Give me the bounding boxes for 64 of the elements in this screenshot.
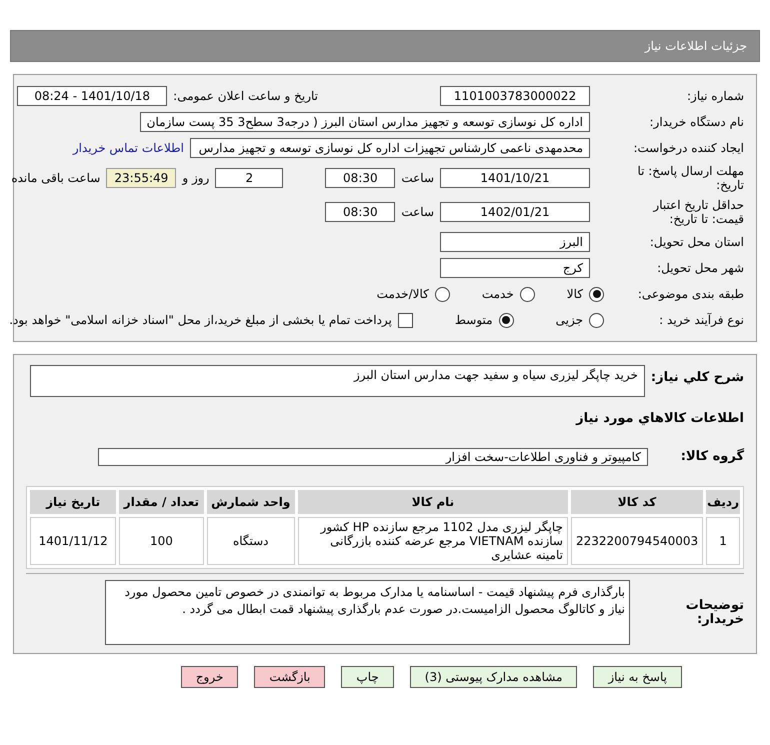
input-field[interactable]: البرز — [440, 232, 590, 252]
column-header: کد کالا — [570, 490, 704, 514]
action-button[interactable]: چاپ — [341, 666, 394, 688]
input-field[interactable]: 08:30 — [325, 168, 396, 188]
field-label: شهر محل تحویل: — [656, 261, 744, 275]
description-field[interactable]: خرید چاپگر لیزری سیاه و سفید جهت مدارس استان البرز — [30, 365, 645, 397]
table-cell: 100 — [119, 517, 204, 565]
option-label: متوسط — [454, 313, 493, 327]
field-label: نام دستگاه خریدار: — [648, 115, 744, 129]
field-label: نوع فرآیند خرید : — [658, 313, 744, 327]
label-text: روز و — [182, 171, 210, 185]
radio-button[interactable] — [520, 286, 535, 302]
field-label: طبقه بندی موضوعی: — [636, 287, 744, 301]
checkbox[interactable] — [398, 312, 413, 328]
input-field[interactable]: 1401/10/21 — [440, 168, 590, 188]
radio-button[interactable] — [589, 286, 604, 302]
field-label: استان محل تحویل: — [648, 235, 744, 249]
buyer-notes-field[interactable]: بارگذاری فرم پیشنهاد قیمت - اساسنامه یا مدارک مربوط به توانمندی در خصوص تامین محصول مورد نیاز و کاتالوگ محصول الزامیست.در صورت عدم بارگذاری پیشنهاد قمت ابطال می گردد . — [105, 580, 630, 645]
input-field[interactable]: 1401/10/18 - 08:24 — [17, 86, 168, 106]
field-label: شرح کلي نياز: — [650, 371, 744, 385]
option-label: خدمت — [482, 287, 514, 301]
input-field[interactable]: 08:30 — [325, 202, 396, 222]
action-button[interactable]: بازگشت — [254, 666, 326, 688]
option-label: جزیی — [556, 313, 583, 327]
column-header: تعداد / مقدار — [119, 490, 204, 514]
checkbox-label: پرداخت تمام یا بخشی از مبلغ خرید،از محل "اسناد خزانه اسلامی" خواهد بود. — [9, 313, 392, 327]
input-field[interactable]: 2 — [215, 168, 284, 188]
table-cell: 2232200794540003 — [570, 517, 704, 565]
input-field[interactable]: 23:55:49 — [106, 168, 176, 188]
table-cell: دستگاه — [206, 517, 295, 565]
input-field[interactable]: 1101003783000022 — [440, 86, 590, 106]
table-cell: 1 — [706, 517, 740, 565]
option-label: کالا/خدمت — [376, 287, 429, 301]
column-header: ردیف — [706, 490, 740, 514]
column-header: واحد شمارش — [206, 490, 295, 514]
input-field[interactable]: اداره کل نوسازی توسعه و تجهیز مدارس استان البرز ( درجه3 سطح3 35 پست سازمان — [140, 112, 590, 132]
radio-button[interactable] — [434, 286, 450, 302]
field-label: حداقل تاریخ اعتبار قیمت: تا تاریخ: — [652, 198, 744, 226]
action-button[interactable]: خروج — [180, 666, 238, 688]
field-label: ایجاد کننده درخواست: — [632, 141, 744, 155]
column-header: نام کالا — [298, 490, 568, 514]
radio-button[interactable] — [589, 312, 604, 328]
label-text: ساعت — [401, 171, 434, 185]
title-bar: جزئیات اطلاعات نیاز — [10, 30, 760, 62]
action-button[interactable]: مشاهده مدارک پیوستی (3) — [410, 666, 578, 688]
table-cell: چاپگر لیزری مدل 1102 مرجع سازنده HP کشور سازنده VIETNAM مرجع عرضه کننده بازرگانی تامینه عشایری — [298, 517, 568, 565]
input-field[interactable]: محدمهدی ناعمی کارشناس تجهیزات اداره کل نوسازی توسعه و تجهیز مدارس — [190, 138, 590, 158]
input-field[interactable]: کرج — [440, 258, 590, 278]
buyer-contact-link[interactable]: اطلاعات تماس خریدار — [72, 141, 184, 155]
action-button[interactable]: پاسخ به نیاز — [593, 666, 682, 688]
table-cell: 1401/11/12 — [30, 517, 116, 565]
field-label: شماره نیاز: — [686, 89, 744, 103]
field-label: توضیحات خریدار: — [684, 598, 744, 626]
section-heading: اطلاعات کالاهاي مورد نياز — [574, 411, 744, 426]
label-text: ساعت — [401, 205, 434, 219]
field-label: گروه کالا: — [680, 450, 744, 464]
field-label: تاریخ و ساعت اعلان عمومی: — [173, 89, 318, 103]
input-field[interactable]: 1402/01/21 — [440, 202, 590, 222]
radio-button[interactable] — [498, 312, 514, 328]
option-label: کالا — [566, 287, 583, 301]
field-label: مهلت ارسال پاسخ: تا تاریخ: — [636, 164, 744, 192]
column-header: تاریخ نیاز — [30, 490, 116, 514]
label-text: ساعت باقی مانده — [11, 171, 100, 185]
input-field[interactable]: کامپیوتر و فناوری اطلاعات-سخت افزار — [98, 448, 648, 466]
